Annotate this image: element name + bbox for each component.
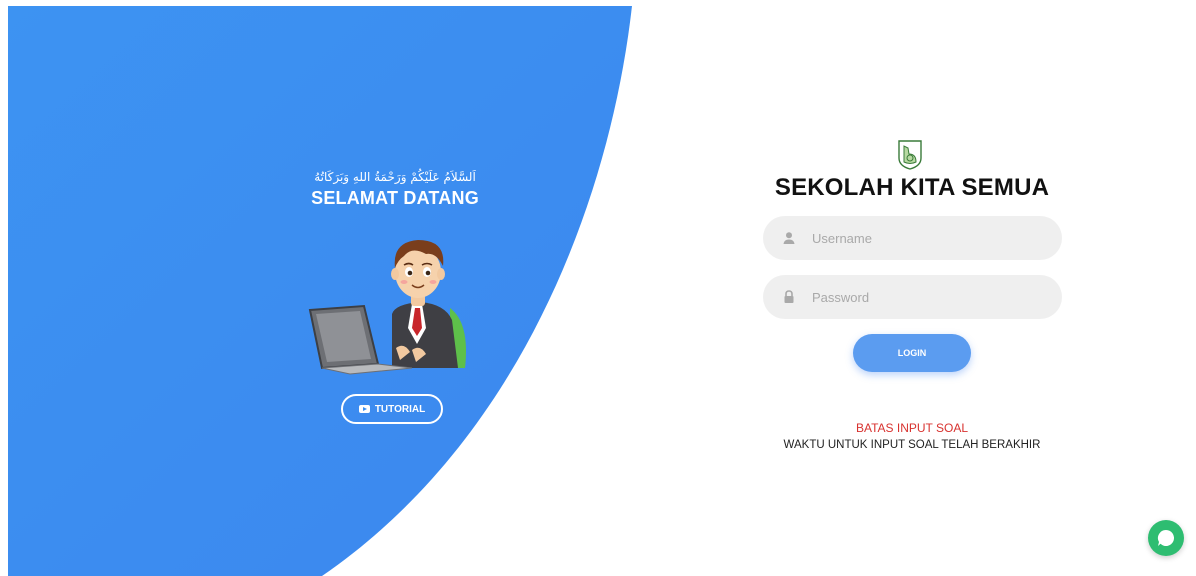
school-name-title: SEKOLAH KITA SEMUA — [774, 174, 1050, 201]
user-icon — [783, 232, 795, 244]
login-page: اَلسَّلاَمُ عَلَيْكُمْ وَرَحْمَةُ اللهِ … — [0, 0, 1196, 576]
lock-icon — [784, 290, 794, 303]
arabic-greeting: اَلسَّلاَمُ عَلَيْكُمْ وَرَحْمَةُ اللهِ … — [314, 170, 476, 184]
password-input[interactable] — [810, 288, 1034, 306]
notice-title: BATAS INPUT SOAL — [855, 421, 969, 435]
username-input[interactable] — [810, 229, 1034, 247]
password-field[interactable] — [763, 275, 1062, 319]
tutorial-button[interactable]: TUTORIAL — [341, 394, 443, 424]
username-field[interactable] — [763, 216, 1062, 260]
youtube-icon — [358, 405, 370, 413]
welcome-title: SELAMAT DATANG — [311, 188, 479, 208]
chat-bubble-icon — [1157, 529, 1175, 546]
school-logo — [898, 140, 922, 170]
man-with-laptop-illustration — [308, 240, 466, 375]
tutorial-label: TUTORIAL — [374, 403, 426, 415]
login-button[interactable]: LOGIN — [853, 334, 971, 372]
chat-button[interactable] — [1148, 520, 1184, 556]
notice-message: WAKTU UNTUK INPUT SOAL TELAH BERAKHIR — [783, 439, 1041, 451]
